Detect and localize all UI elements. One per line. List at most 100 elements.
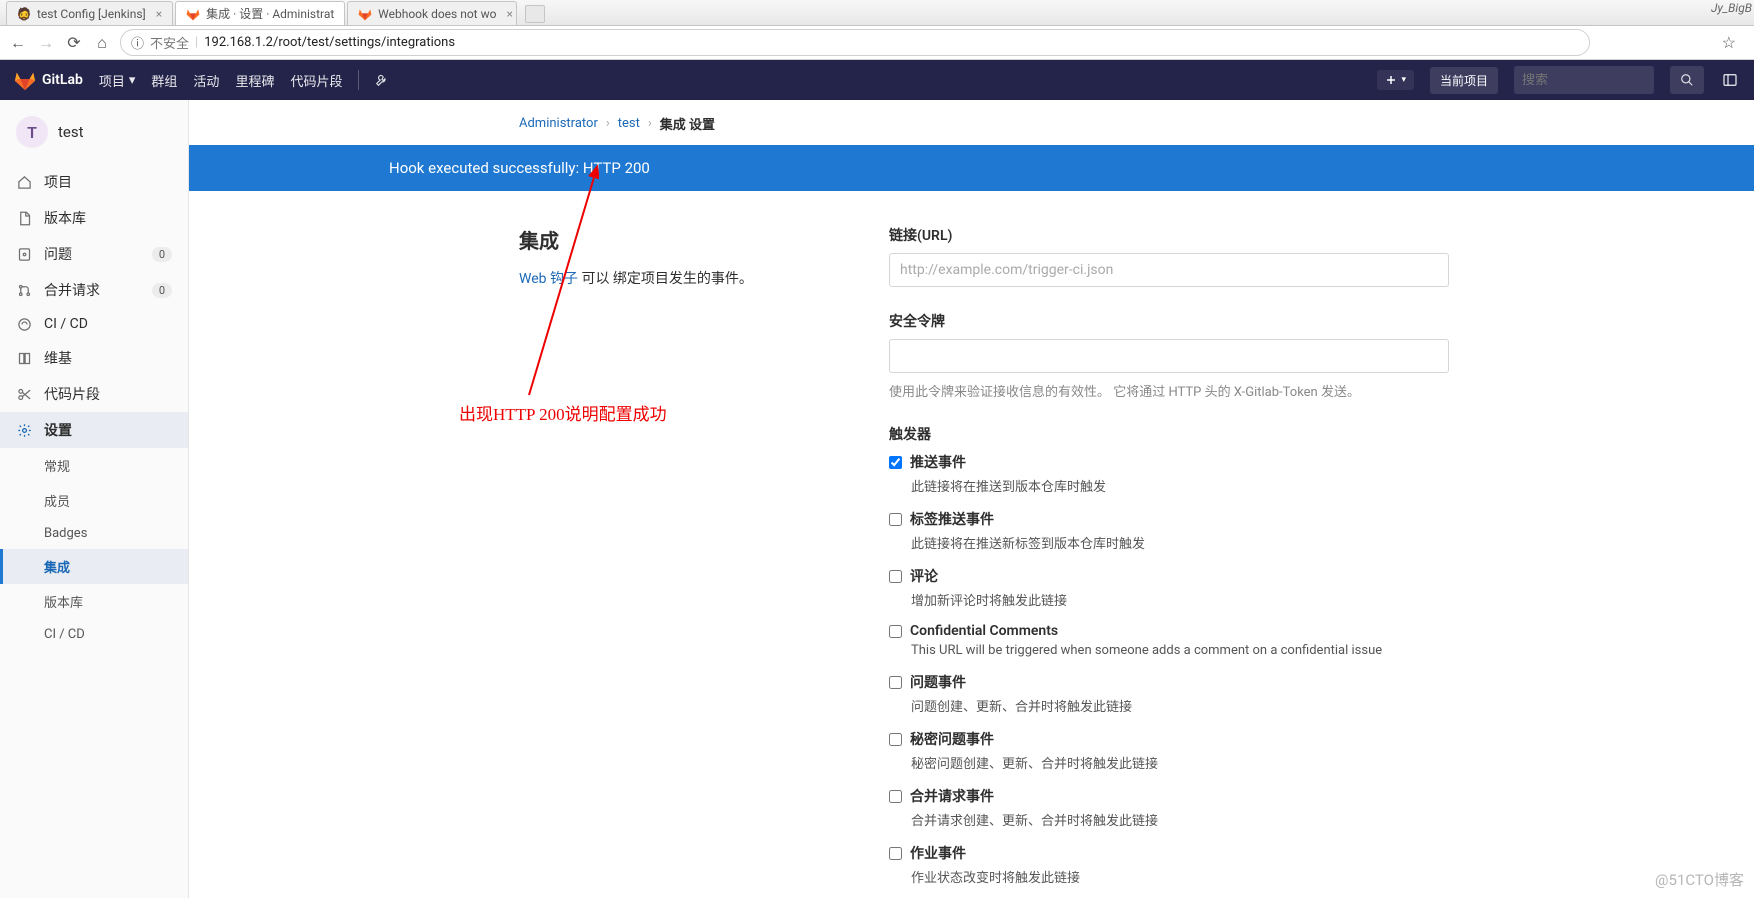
nav-groups[interactable]: 群组 xyxy=(151,71,177,90)
settings-sub-repository[interactable]: 版本库 xyxy=(0,584,188,619)
trigger-checkbox-row[interactable]: Confidential Comments xyxy=(889,623,1449,639)
trigger-checkbox-row[interactable]: 作业事件 xyxy=(889,843,1449,863)
file-icon xyxy=(16,211,32,226)
browser-tab-gitlab-settings[interactable]: 集成 · 设置 · Administrat × xyxy=(175,1,345,25)
trigger-description: 此链接将在推送到版本仓库时触发 xyxy=(911,476,1449,495)
new-dropdown-button[interactable]: ▾ xyxy=(1377,70,1414,90)
trigger-checkbox-row[interactable]: 推送事件 xyxy=(889,452,1449,472)
reload-button[interactable]: ⟳ xyxy=(64,33,84,53)
current-project-button[interactable]: 当前项目 xyxy=(1430,67,1498,94)
nav-snippets[interactable]: 代码片段 xyxy=(290,71,342,90)
project-header[interactable]: T test xyxy=(0,108,188,164)
token-label: 安全令牌 xyxy=(889,311,1449,331)
url-label: 链接(URL) xyxy=(889,225,1449,245)
trigger-checkbox-row[interactable]: 评论 xyxy=(889,566,1449,586)
search-input[interactable] xyxy=(1522,73,1612,88)
nav-activity[interactable]: 活动 xyxy=(193,71,219,90)
trigger-checkbox[interactable] xyxy=(889,513,902,526)
trigger-description: 作业状态改变时将触发此链接 xyxy=(911,867,1449,886)
trigger-label: 合并请求事件 xyxy=(910,786,994,806)
trigger-label: Confidential Comments xyxy=(910,623,1058,639)
token-hint: 使用此令牌来验证接收信息的有效性。 它将通过 HTTP 头的 X-Gitlab-… xyxy=(889,381,1449,400)
settings-sub-badges[interactable]: Badges xyxy=(0,518,188,549)
gitlab-icon xyxy=(186,7,200,21)
settings-sub-general[interactable]: 常规 xyxy=(0,448,188,483)
trigger-label: 问题事件 xyxy=(910,672,966,692)
trigger-item: 秘密问题事件秘密问题创建、更新、合并时将触发此链接 xyxy=(889,729,1449,772)
nav-milestones[interactable]: 里程碑 xyxy=(235,71,274,90)
mr-count-badge: 0 xyxy=(152,283,172,298)
chevron-down-icon: ▾ xyxy=(1401,75,1406,85)
trigger-checkbox[interactable] xyxy=(889,733,902,746)
crumb-current: 集成 设置 xyxy=(660,114,715,133)
new-tab-button[interactable] xyxy=(525,5,545,23)
jenkins-icon: 🧔 xyxy=(17,7,31,21)
sidebar-item-merge-requests[interactable]: 合并请求0 xyxy=(0,272,188,308)
crumb-admin[interactable]: Administrator xyxy=(519,116,598,131)
tab-title: 集成 · 设置 · Administrat xyxy=(206,5,334,22)
trigger-checkbox-row[interactable]: 问题事件 xyxy=(889,672,1449,692)
close-icon[interactable]: × xyxy=(156,7,162,21)
sidebar-item-wiki[interactable]: 维基 xyxy=(0,340,188,376)
trigger-label: 标签推送事件 xyxy=(910,509,994,529)
trigger-checkbox-row[interactable]: 秘密问题事件 xyxy=(889,729,1449,749)
nav-projects[interactable]: 项目 ▾ xyxy=(99,71,136,90)
home-button[interactable]: ⌂ xyxy=(92,33,112,53)
close-icon[interactable]: × xyxy=(344,7,345,21)
gitlab-logo[interactable]: GitLab xyxy=(14,69,83,91)
trigger-checkbox[interactable] xyxy=(889,570,902,583)
browser-tab-jenkins[interactable]: 🧔 test Config [Jenkins] × xyxy=(6,1,173,25)
bookmark-star-icon[interactable]: ☆ xyxy=(1722,33,1746,52)
sidebar-item-settings[interactable]: 设置 xyxy=(0,412,188,448)
trigger-checkbox[interactable] xyxy=(889,847,902,860)
sidebar-item-project[interactable]: 项目 xyxy=(0,164,188,200)
trigger-checkbox[interactable] xyxy=(889,676,902,689)
os-user-label: Jy_BigB xyxy=(1711,1,1752,15)
forward-button[interactable]: → xyxy=(36,33,56,53)
brand-text: GitLab xyxy=(42,72,83,88)
home-icon xyxy=(16,175,32,190)
browser-toolbar: ← → ⟳ ⌂ ⓘ 不安全 | 192.168.1.2/root/test/se… xyxy=(0,26,1754,60)
trigger-checkbox[interactable] xyxy=(889,456,902,469)
watermark: @51CTO博客 xyxy=(1655,869,1744,890)
admin-wrench-icon[interactable] xyxy=(375,73,389,87)
trigger-checkbox-row[interactable]: 标签推送事件 xyxy=(889,509,1449,529)
trigger-item: 评论增加新评论时将触发此链接 xyxy=(889,566,1449,609)
token-input[interactable] xyxy=(889,339,1449,373)
trigger-label: 推送事件 xyxy=(910,452,966,472)
crumb-project[interactable]: test xyxy=(618,116,640,131)
settings-sub-members[interactable]: 成员 xyxy=(0,483,188,518)
merge-icon xyxy=(16,283,32,298)
sidebar-item-cicd[interactable]: CI / CD xyxy=(0,308,188,340)
breadcrumb: Administrator › test › 集成 设置 xyxy=(189,100,1754,145)
insecure-label: 不安全 xyxy=(150,33,189,52)
search-button[interactable] xyxy=(1670,66,1704,94)
settings-sub-cicd[interactable]: CI / CD xyxy=(0,619,188,650)
trigger-item: 问题事件问题创建、更新、合并时将触发此链接 xyxy=(889,672,1449,715)
trigger-item: 推送事件此链接将在推送到版本仓库时触发 xyxy=(889,452,1449,495)
close-icon[interactable]: × xyxy=(506,7,512,21)
chevron-down-icon: ▾ xyxy=(129,73,136,88)
browser-tab-webhook-issue[interactable]: Webhook does not wo × xyxy=(347,1,517,25)
sidebar-item-repository[interactable]: 版本库 xyxy=(0,200,188,236)
address-bar[interactable]: ⓘ 不安全 | 192.168.1.2/root/test/settings/i… xyxy=(120,29,1590,56)
cicd-icon xyxy=(16,317,32,332)
info-icon: ⓘ xyxy=(131,33,144,52)
search-box[interactable] xyxy=(1514,66,1654,94)
trigger-label: 评论 xyxy=(910,566,938,586)
more-icon[interactable] xyxy=(1720,72,1740,88)
trigger-checkbox[interactable] xyxy=(889,625,902,638)
sidebar-item-snippets[interactable]: 代码片段 xyxy=(0,376,188,412)
trigger-item: 合并请求事件合并请求创建、更新、合并时将触发此链接 xyxy=(889,786,1449,829)
gear-icon xyxy=(16,423,32,438)
sidebar-item-issues[interactable]: 问题0 xyxy=(0,236,188,272)
annotation-text: 出现HTTP 200说明配置成功 xyxy=(459,400,667,425)
trigger-checkbox-row[interactable]: 合并请求事件 xyxy=(889,786,1449,806)
back-button[interactable]: ← xyxy=(8,33,28,53)
issues-icon xyxy=(16,247,32,262)
trigger-item: 作业事件作业状态改变时将触发此链接 xyxy=(889,843,1449,886)
trigger-checkbox[interactable] xyxy=(889,790,902,803)
url-input[interactable] xyxy=(889,253,1449,287)
settings-sub-integrations[interactable]: 集成 xyxy=(0,549,188,584)
divider xyxy=(358,70,359,90)
